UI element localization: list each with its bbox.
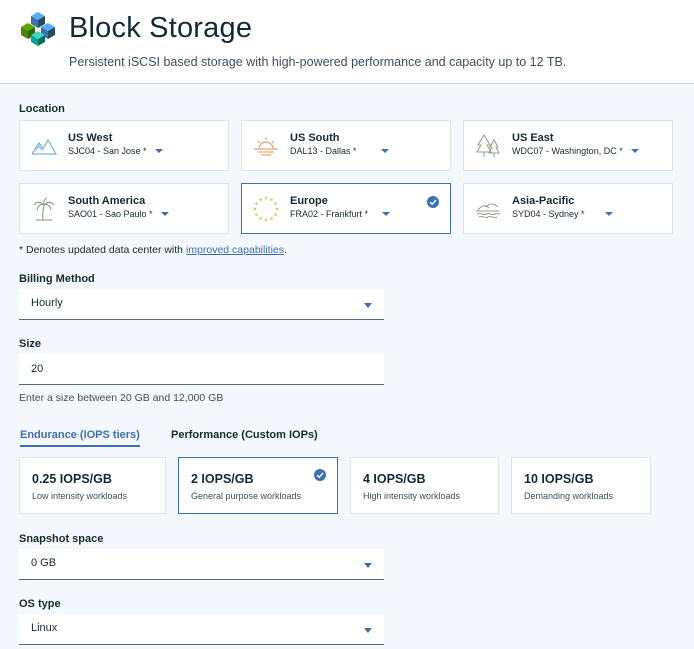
datacenter-dropdown[interactable]: DAL13 - Dallas *: [290, 146, 389, 156]
improved-capabilities-link[interactable]: improved capabilities: [186, 244, 284, 256]
tier-name: 2 IOPS/GB: [191, 472, 254, 486]
location-name: Asia-Pacific: [512, 195, 575, 207]
size-label: Size: [19, 338, 42, 350]
tree-icon: [476, 133, 500, 157]
tier-description: General purpose workloads: [191, 491, 302, 501]
datacenter-dropdown[interactable]: SYD04 - Sydney *: [512, 209, 613, 219]
location-name: US West: [68, 132, 113, 144]
tab-performance[interactable]: Performance (Custom IOPs): [171, 429, 318, 445]
page-title: Block Storage: [69, 12, 253, 44]
location-card-us-west[interactable]: US West SJC04 - San Jose *: [19, 120, 229, 171]
sun-icon: [254, 137, 278, 156]
datacenter-value: SAO01 - Sao Paulo *: [68, 209, 153, 219]
chevron-down-icon: [630, 149, 639, 153]
waves-icon: [476, 203, 501, 219]
datacenter-dropdown[interactable]: SAO01 - Sao Paulo *: [68, 209, 169, 219]
billing-method-label: Billing Method: [19, 273, 95, 285]
chevron-down-icon: [364, 303, 372, 308]
location-name: South America: [68, 195, 146, 207]
tier-name: 4 IOPS/GB: [363, 472, 426, 486]
tier-description: Low intensity workloads: [32, 491, 128, 501]
datacenter-note: * Denotes updated data center with impro…: [19, 244, 287, 256]
iops-tier-card-10[interactable]: 10 IOPS/GB Demanding workloads: [511, 457, 651, 514]
note-text: * Denotes updated data center with: [19, 244, 186, 256]
datacenter-value: WDC07 - Washington, DC *: [512, 146, 623, 156]
chevron-down-icon: [154, 149, 163, 153]
note-suffix: .: [284, 244, 287, 256]
size-helper-text: Enter a size between 20 GB and 12,000 GB: [19, 392, 224, 404]
chevron-down-icon: [380, 149, 389, 153]
chevron-down-icon: [364, 628, 372, 633]
palm-tree-icon: [33, 197, 55, 221]
checkmark-icon: [427, 196, 439, 208]
tier-description: Demanding workloads: [524, 491, 614, 501]
chevron-down-icon: [604, 212, 613, 216]
stars-circle-icon: [253, 196, 279, 222]
location-card-asia-pacific[interactable]: Asia-Pacific SYD04 - Sydney *: [463, 183, 673, 234]
location-card-us-east[interactable]: US East WDC07 - Washington, DC *: [463, 120, 673, 171]
datacenter-value: SJC04 - San Jose *: [68, 146, 147, 156]
os-type-value: Linux: [31, 622, 58, 634]
datacenter-dropdown[interactable]: WDC07 - Washington, DC *: [512, 146, 639, 156]
checkmark-icon: [314, 469, 326, 481]
location-card-us-south[interactable]: US South DAL13 - Dallas *: [241, 120, 451, 171]
mountain-icon: [31, 138, 58, 155]
iops-tier-card-0-25[interactable]: 0.25 IOPS/GB Low intensity workloads: [19, 457, 166, 514]
datacenter-value: FRA02 - Frankfurt *: [290, 209, 369, 219]
page-subtitle: Persistent iSCSI based storage with high…: [69, 55, 567, 69]
location-name: US East: [512, 132, 554, 144]
datacenter-dropdown[interactable]: SJC04 - San Jose *: [68, 146, 163, 156]
tier-name: 10 IOPS/GB: [524, 472, 594, 486]
location-card-south-america[interactable]: South America SAO01 - Sao Paulo *: [19, 183, 229, 234]
snapshot-space-select[interactable]: 0 GB: [19, 549, 384, 580]
datacenter-value: SYD04 - Sydney *: [512, 209, 585, 219]
chevron-down-icon: [160, 212, 169, 216]
datacenter-value: DAL13 - Dallas *: [290, 146, 357, 156]
size-input[interactable]: [19, 354, 384, 385]
iops-tier-card-2[interactable]: 2 IOPS/GB General purpose workloads: [178, 457, 338, 514]
tab-endurance[interactable]: Endurance (IOPS tiers): [20, 429, 140, 447]
location-name: Europe: [290, 195, 328, 207]
tier-name: 0.25 IOPS/GB: [32, 472, 112, 486]
block-storage-logo-icon: [21, 12, 55, 46]
location-label: Location: [19, 103, 65, 115]
os-type-select[interactable]: Linux: [19, 614, 384, 645]
location-name: US South: [290, 132, 340, 144]
location-card-europe[interactable]: Europe FRA02 - Frankfurt *: [241, 183, 451, 234]
chevron-down-icon: [364, 563, 372, 568]
tier-description: High intensity workloads: [363, 491, 461, 501]
billing-method-select[interactable]: Hourly: [19, 289, 384, 320]
datacenter-dropdown[interactable]: FRA02 - Frankfurt *: [290, 209, 391, 219]
chevron-down-icon: [382, 212, 391, 216]
snapshot-space-label: Snapshot space: [19, 533, 104, 545]
page-header: Block Storage Persistent iSCSI based sto…: [0, 0, 694, 84]
billing-method-value: Hourly: [31, 297, 63, 309]
iops-tier-card-4[interactable]: 4 IOPS/GB High intensity workloads: [350, 457, 499, 514]
os-type-label: OS type: [19, 598, 61, 610]
snapshot-space-value: 0 GB: [31, 557, 57, 569]
